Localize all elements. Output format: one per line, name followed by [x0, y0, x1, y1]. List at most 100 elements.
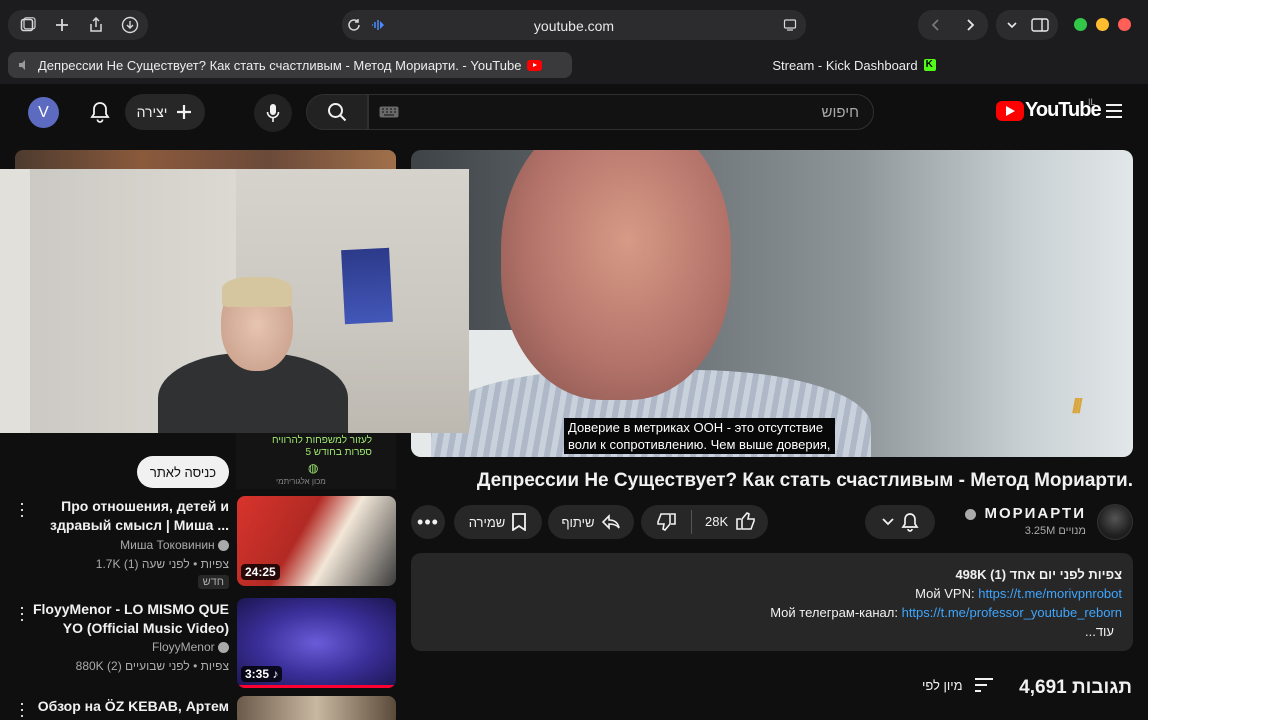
sort-icon	[974, 678, 993, 692]
search-button[interactable]	[306, 94, 368, 130]
rec-title[interactable]: Обзор на ÖZ KEBAB, Артем	[29, 697, 229, 716]
duration-text: 3:35	[245, 667, 270, 681]
rec-channel-name: FloyyMenor	[151, 640, 215, 654]
search-placeholder: חיפוש	[821, 104, 859, 121]
telegram-link[interactable]: https://t.me/professor_youtube_reborn	[902, 605, 1122, 620]
window-minimize-button[interactable]	[1096, 18, 1109, 31]
back-icon[interactable]	[924, 13, 948, 37]
toolbar-left-group	[8, 10, 148, 40]
rec-title[interactable]: Про отношения, детей и здравый смысл | М…	[29, 497, 229, 535]
telegram-label: Мой телеграм-канал:	[770, 605, 898, 620]
webcam-poster	[341, 247, 393, 325]
url-text: youtube.com	[533, 18, 615, 34]
browser-toolbar: youtube.com Депрессии Не Существует? Как…	[0, 0, 1148, 84]
ad-banner[interactable]: לעזור למשפחות להרוויח 5 ספרות בחודש ◍ מכ…	[236, 433, 396, 489]
rec-meta: 880K צפיות • לפני שבועיים (2)	[75, 659, 229, 673]
microphone-icon	[266, 104, 280, 122]
voice-search-button[interactable]	[254, 94, 292, 132]
window-zoom-button[interactable]	[1074, 18, 1087, 31]
share-label: שיתוף	[561, 514, 595, 530]
vpn-link[interactable]: https://t.me/morivpnrobot	[978, 586, 1122, 601]
video-duration: 24:25	[241, 564, 280, 580]
save-button[interactable]: שמירה	[454, 505, 542, 539]
divider	[691, 510, 692, 534]
ad-brand: מכון אלגוריתמי	[276, 477, 326, 486]
verified-icon	[218, 642, 229, 654]
webcam-door	[0, 169, 30, 433]
video-duration: 3:35 ♪	[241, 666, 283, 682]
create-button[interactable]: יצירה	[125, 94, 205, 130]
split-view-icon[interactable]	[1028, 13, 1052, 37]
sidebar-icon[interactable]	[16, 13, 40, 37]
view-stats: 498K צפיות לפני יום אחד (1)	[955, 567, 1122, 582]
watch-progress	[237, 685, 396, 688]
chevron-down-icon	[882, 518, 894, 526]
comments-count: 4,691 תגובות	[1019, 677, 1132, 698]
rec-channel[interactable]: Миша Токовинин	[120, 538, 229, 552]
like-dislike-group: 28K	[641, 505, 768, 539]
notifications-button[interactable]	[82, 94, 118, 130]
rec-thumbnail[interactable]	[237, 696, 396, 720]
like-count: 28K	[705, 514, 729, 529]
desktop-background	[1148, 0, 1280, 720]
download-icon[interactable]	[118, 13, 142, 37]
youtube-header: V יצירה חיפוש YouTube IL	[0, 84, 1148, 140]
tab-youtube[interactable]: Депрессии Не Существует? Как стать счаст…	[8, 52, 572, 78]
speaker-icon[interactable]	[18, 59, 30, 71]
youtube-logo-icon[interactable]	[996, 101, 1024, 121]
share-icon[interactable]	[84, 13, 108, 37]
reader-icon[interactable]	[778, 13, 802, 37]
show-more-button[interactable]: ...עוד	[1085, 624, 1114, 639]
subscribe-dropdown[interactable]	[865, 505, 935, 539]
avatar-letter: V	[38, 103, 49, 121]
avatar[interactable]: V	[28, 97, 59, 128]
tab-label: Stream - Kick Dashboard	[772, 57, 918, 73]
channel-name[interactable]: МОРИАРТИ	[984, 505, 1086, 522]
rec-thumbnail[interactable]: 3:35 ♪	[237, 598, 396, 688]
webcam-person-hair	[222, 277, 292, 307]
more-options-icon[interactable]: · · ·	[18, 494, 26, 524]
keyboard-icon[interactable]	[379, 106, 399, 118]
like-button[interactable]	[735, 512, 755, 530]
ad-cta-button[interactable]: כניסה לאתר	[137, 456, 229, 488]
video-player[interactable]	[411, 150, 1133, 457]
sort-comments-button[interactable]: מיון לפי	[922, 677, 995, 693]
more-horizontal-icon: •••	[417, 511, 439, 532]
tab-kick[interactable]: Stream - Kick Dashboard K	[572, 52, 1136, 78]
channel-avatar[interactable]	[1097, 504, 1133, 540]
chevron-down-icon[interactable]	[1000, 13, 1024, 37]
search-input[interactable]: חיפוש	[368, 94, 874, 130]
more-options-icon[interactable]: · · ·	[18, 694, 26, 720]
rec-channel[interactable]: FloyyMenor	[152, 640, 229, 654]
menu-icon[interactable]	[1104, 102, 1124, 120]
kick-favicon-icon: K	[923, 59, 936, 71]
vpn-label: Мой VPN:	[915, 586, 975, 601]
window-close-button[interactable]	[1118, 18, 1131, 31]
channel-watermark-icon: ///	[1072, 396, 1083, 418]
description-box[interactable]: 498K צפיות לפני יום אחד (1) Мой VPN: htt…	[411, 553, 1133, 651]
rec-thumbnail[interactable]: 24:25	[237, 496, 396, 586]
share-button[interactable]: שיתוף	[548, 505, 634, 539]
sort-label: מיון לפי	[922, 677, 963, 693]
new-badge: חדש	[197, 575, 229, 589]
rec-channel-name: Миша Токовинин	[120, 538, 215, 552]
more-options-icon[interactable]: · · ·	[18, 598, 26, 628]
video-frame-face	[501, 150, 731, 400]
rec-title[interactable]: FloyyMenor - LO MISMO QUE YO (Official M…	[29, 600, 229, 638]
more-actions-button[interactable]: •••	[411, 505, 445, 539]
region-code: IL	[1088, 97, 1096, 107]
webcam-overlay	[0, 169, 469, 433]
dislike-button[interactable]	[657, 513, 677, 531]
verified-icon	[218, 540, 229, 552]
search-icon	[328, 103, 347, 122]
subscriber-count: 3.25M מנויים	[1024, 525, 1086, 537]
channel-info[interactable]: МОРИАРТИ 3.25M מנויים	[958, 505, 1086, 537]
video-title: Депрессии Не Существует? Как стать счаст…	[476, 470, 1133, 491]
subtitle-line: воли к сопротивлению. Чем выше доверия,	[568, 437, 831, 452]
address-bar[interactable]: youtube.com	[342, 10, 806, 40]
new-tab-icon[interactable]	[50, 13, 74, 37]
verified-icon	[965, 508, 977, 520]
forward-icon[interactable]	[958, 13, 982, 37]
rec-meta: 1.7K צפיות • לפני שעה (1)	[95, 557, 229, 571]
music-note-icon: ♪	[272, 667, 279, 681]
